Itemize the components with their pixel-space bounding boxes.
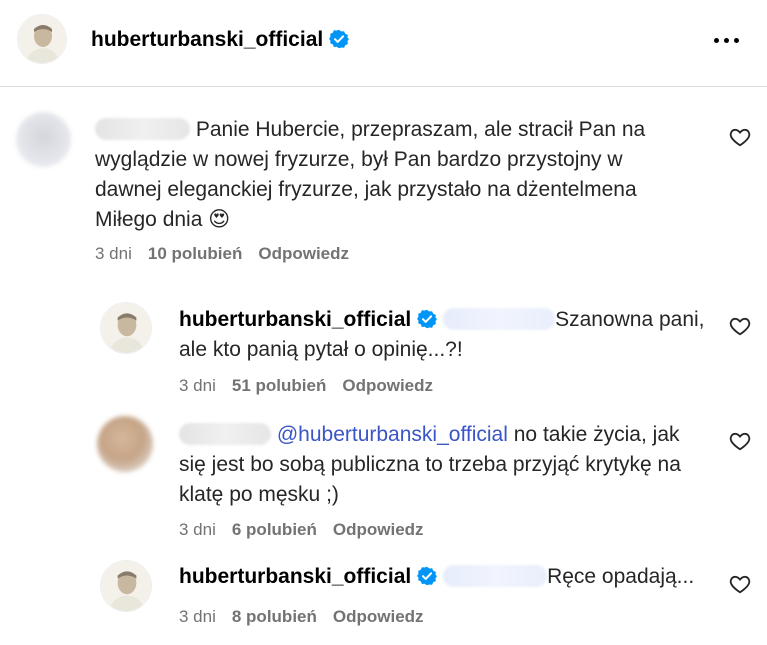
comment-time: 3 dni (179, 376, 216, 395)
likes-count[interactable]: 51 polubień (232, 376, 326, 395)
comment-meta: 3 dni 10 polubień Odpowiedz (95, 244, 349, 264)
post-author-name[interactable]: huberturbanski_official (91, 28, 323, 51)
like-heart-icon[interactable] (729, 126, 751, 148)
verified-badge-icon (417, 566, 438, 586)
blurred-username[interactable] (95, 118, 190, 140)
commenter-avatar[interactable] (97, 416, 153, 472)
post-author-username[interactable]: huberturbanski_official (91, 28, 350, 52)
comment-text: @huberturbanski_official no takie życia,… (179, 420, 709, 510)
comment-text: huberturbanski_official Szanowna pani, a… (179, 305, 709, 365)
more-options-icon[interactable] (712, 28, 742, 52)
comment-meta: 3 dni 8 polubień Odpowiedz (179, 607, 424, 627)
comment-time: 3 dni (95, 244, 132, 263)
post-header: huberturbanski_official (0, 0, 767, 87)
likes-count[interactable]: 10 polubień (148, 244, 242, 263)
reply-author-username[interactable]: huberturbanski_official (179, 308, 411, 331)
like-heart-icon[interactable] (729, 573, 751, 595)
blurred-username[interactable] (179, 423, 271, 445)
comment-time: 3 dni (179, 607, 216, 626)
likes-count[interactable]: 6 polubień (232, 520, 317, 539)
comment-meta: 3 dni 6 polubień Odpowiedz (179, 520, 424, 540)
reply-button[interactable]: Odpowiedz (342, 376, 433, 395)
reply-button[interactable]: Odpowiedz (333, 607, 424, 626)
comment-body: Ręce opadają... (547, 565, 695, 588)
mention-link[interactable]: @huberturbanski_official (277, 423, 508, 446)
commenter-avatar[interactable] (16, 112, 71, 167)
like-heart-icon[interactable] (729, 430, 751, 452)
verified-badge-icon (417, 309, 438, 329)
profile-avatar[interactable] (100, 560, 152, 612)
blurred-mention[interactable] (443, 565, 548, 587)
comment-time: 3 dni (179, 520, 216, 539)
verified-badge-icon (329, 29, 350, 49)
reply-author-username[interactable]: huberturbanski_official (179, 565, 411, 588)
likes-count[interactable]: 8 polubień (232, 607, 317, 626)
comment-meta: 3 dni 51 polubień Odpowiedz (179, 376, 433, 396)
blurred-mention[interactable] (443, 308, 556, 330)
reply-button[interactable]: Odpowiedz (333, 520, 424, 539)
reply-button[interactable]: Odpowiedz (258, 244, 349, 263)
comment-text: Panie Hubercie, przepraszam, ale stracił… (95, 115, 675, 235)
like-heart-icon[interactable] (729, 315, 751, 337)
heart-eyes-emoji: 😍 (208, 208, 231, 231)
profile-avatar[interactable] (100, 302, 152, 354)
comment-text: huberturbanski_official Ręce opadają... (179, 562, 709, 592)
profile-avatar[interactable] (17, 14, 67, 64)
